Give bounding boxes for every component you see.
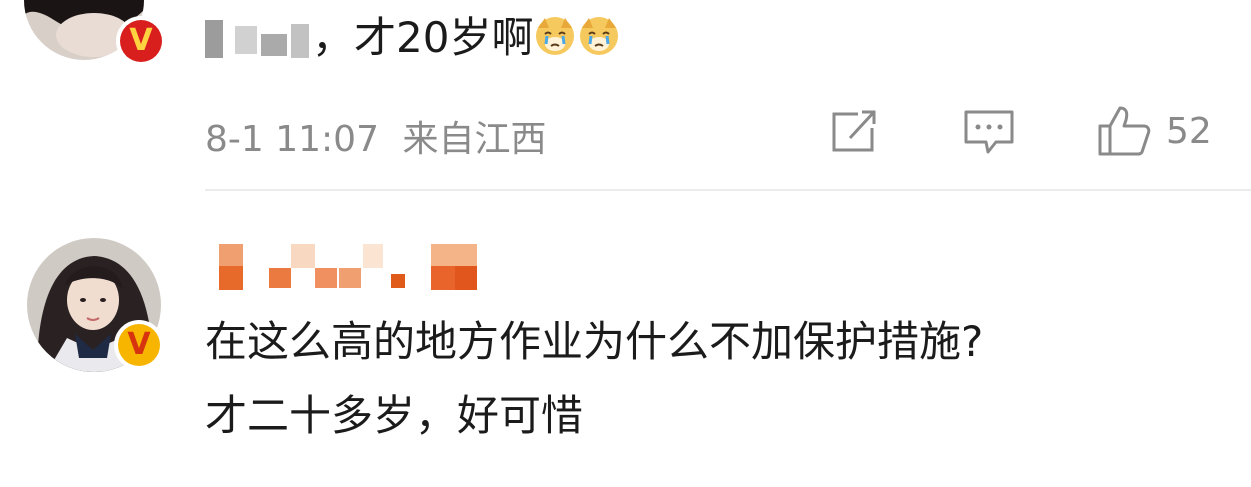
comment-text-line-2: 才二十多岁，好可惜: [205, 391, 584, 440]
blurred-username: [205, 14, 315, 64]
comment-text-line-1: 在这么高的地方作业为什么不加保护措施?: [205, 317, 984, 366]
like-count: 52: [1166, 110, 1212, 152]
verified-badge: V: [114, 320, 164, 370]
comment-text: ，才20岁啊: [312, 10, 621, 72]
share-icon: [832, 110, 876, 152]
like-button[interactable]: 52: [1096, 104, 1212, 158]
blurred-username: [205, 238, 485, 294]
share-button[interactable]: [828, 108, 880, 156]
comment-location: 来自江西: [402, 119, 547, 160]
comment-icon: [964, 110, 1014, 154]
comment-2: V 在这么高的地方作业为什么不加保护措施? 才二十多岁，好可惜: [0, 190, 1251, 487]
reply-button[interactable]: [962, 108, 1018, 160]
crying-dog-emoji: [533, 14, 577, 72]
thumbs-up-icon: [1098, 106, 1151, 156]
comment-meta: 8-1 11:07 来自江西: [205, 110, 546, 162]
comment-1: V ，才20岁啊 8-1 11:07 来自江西 52: [0, 0, 1251, 190]
comment-time: 8-1 11:07: [205, 119, 379, 160]
crying-dog-emoji: [577, 14, 621, 72]
verified-badge: V: [116, 16, 166, 66]
